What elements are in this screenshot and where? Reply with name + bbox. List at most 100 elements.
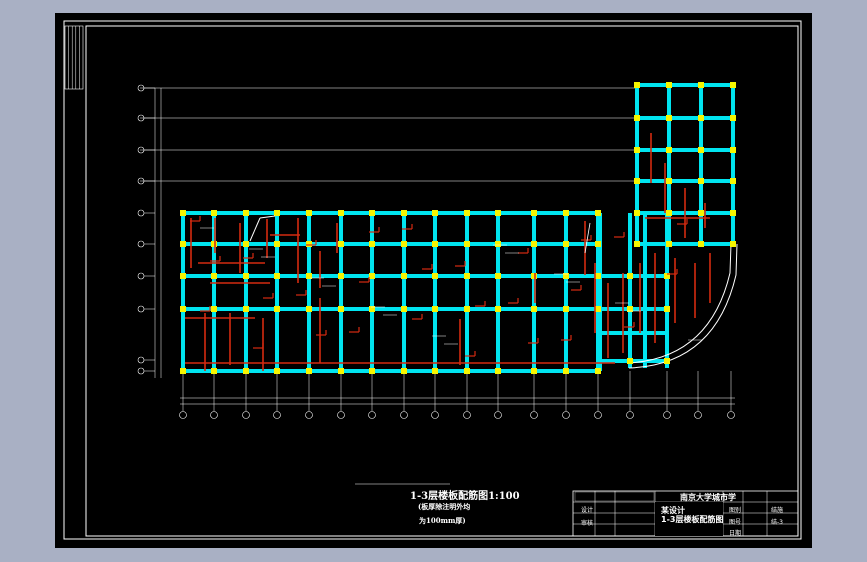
- column: [243, 306, 249, 312]
- axis-bubble-bottom: [368, 411, 376, 419]
- column: [369, 241, 375, 247]
- column: [730, 178, 736, 184]
- axis-bubble-bottom: [337, 411, 345, 419]
- column: [531, 306, 537, 312]
- column: [664, 358, 670, 364]
- axis-bubble-bottom: [626, 411, 634, 419]
- column: [306, 306, 312, 312]
- column: [274, 241, 280, 247]
- column: [627, 358, 633, 364]
- binding-strip: [64, 25, 84, 90]
- column: [495, 273, 501, 279]
- column: [401, 210, 407, 216]
- column: [595, 273, 601, 279]
- column: [595, 241, 601, 247]
- axis-bubble-bottom: [179, 411, 187, 419]
- axis-bubble-bottom: [431, 411, 439, 419]
- stair-line: [259, 215, 276, 219]
- column: [180, 210, 186, 216]
- column: [730, 147, 736, 153]
- column: [666, 82, 672, 88]
- axis-bubble-left: [137, 305, 145, 313]
- column: [595, 306, 601, 312]
- column: [495, 241, 501, 247]
- column: [274, 306, 280, 312]
- column: [698, 82, 704, 88]
- outer-frame: [63, 20, 802, 540]
- column: [464, 241, 470, 247]
- axis-bubble-bottom: [400, 411, 408, 419]
- title-block-check-label: 审核: [581, 520, 594, 527]
- column: [698, 178, 704, 184]
- column: [666, 178, 672, 184]
- column: [369, 210, 375, 216]
- column: [338, 273, 344, 279]
- column: [531, 210, 537, 216]
- column: [730, 241, 736, 247]
- axis-bubble-bottom: [562, 411, 570, 419]
- column: [180, 368, 186, 374]
- column: [211, 306, 217, 312]
- column: [595, 368, 601, 374]
- column: [338, 368, 344, 374]
- column: [243, 368, 249, 374]
- axis-bubble-left: [137, 240, 145, 248]
- column: [464, 306, 470, 312]
- axis-bubble-left: [137, 367, 145, 375]
- axis-bubble-bottom: [530, 411, 538, 419]
- column: [495, 210, 501, 216]
- column: [401, 368, 407, 374]
- column: [243, 210, 249, 216]
- title-block-drawing-name: 1-3层楼板配筋图: [661, 515, 724, 524]
- column: [664, 306, 670, 312]
- axis-bubble-bottom: [694, 411, 702, 419]
- column: [211, 273, 217, 279]
- column: [432, 368, 438, 374]
- column: [634, 241, 640, 247]
- column: [563, 241, 569, 247]
- column: [306, 210, 312, 216]
- column: [369, 368, 375, 374]
- column: [338, 241, 344, 247]
- column: [464, 210, 470, 216]
- title-block-type-value: 结施: [771, 507, 784, 514]
- title-block-number-value: 结-3: [771, 519, 783, 526]
- column: [730, 210, 736, 216]
- axis-bubble-bottom: [727, 411, 735, 419]
- column: [274, 273, 280, 279]
- column: [338, 306, 344, 312]
- column: [595, 210, 601, 216]
- title-block-date-label: 日期: [729, 530, 742, 537]
- drawing-note-line-2: 为100mm厚): [419, 516, 466, 525]
- column: [338, 210, 344, 216]
- axis-bubble-bottom: [242, 411, 250, 419]
- column: [401, 273, 407, 279]
- axis-bubble-left: [137, 356, 145, 364]
- title-block-type-label: 图别: [729, 507, 742, 514]
- column: [698, 210, 704, 216]
- column: [698, 147, 704, 153]
- column: [563, 306, 569, 312]
- title-block-school: 南京大学城市学: [680, 493, 736, 502]
- column: [211, 210, 217, 216]
- column: [274, 210, 280, 216]
- axis-bubble-bottom: [494, 411, 502, 419]
- column: [243, 241, 249, 247]
- column: [531, 273, 537, 279]
- title-block-number-label: 图号: [729, 519, 742, 526]
- column: [627, 273, 633, 279]
- drawing-sheet: 1-3层楼板配筋图1:100 (板厚除注明外均 为100mm厚) 南京大学城市学…: [55, 13, 812, 548]
- column: [401, 306, 407, 312]
- column: [634, 210, 640, 216]
- column: [666, 241, 672, 247]
- column: [243, 273, 249, 279]
- inner-frame: [85, 25, 799, 537]
- column: [306, 241, 312, 247]
- column: [698, 115, 704, 121]
- floor-plan-drawing: [63, 20, 802, 540]
- column: [666, 115, 672, 121]
- column: [698, 241, 704, 247]
- column: [464, 368, 470, 374]
- axis-bubble-bottom: [305, 411, 313, 419]
- axis-bubble-left: [137, 209, 145, 217]
